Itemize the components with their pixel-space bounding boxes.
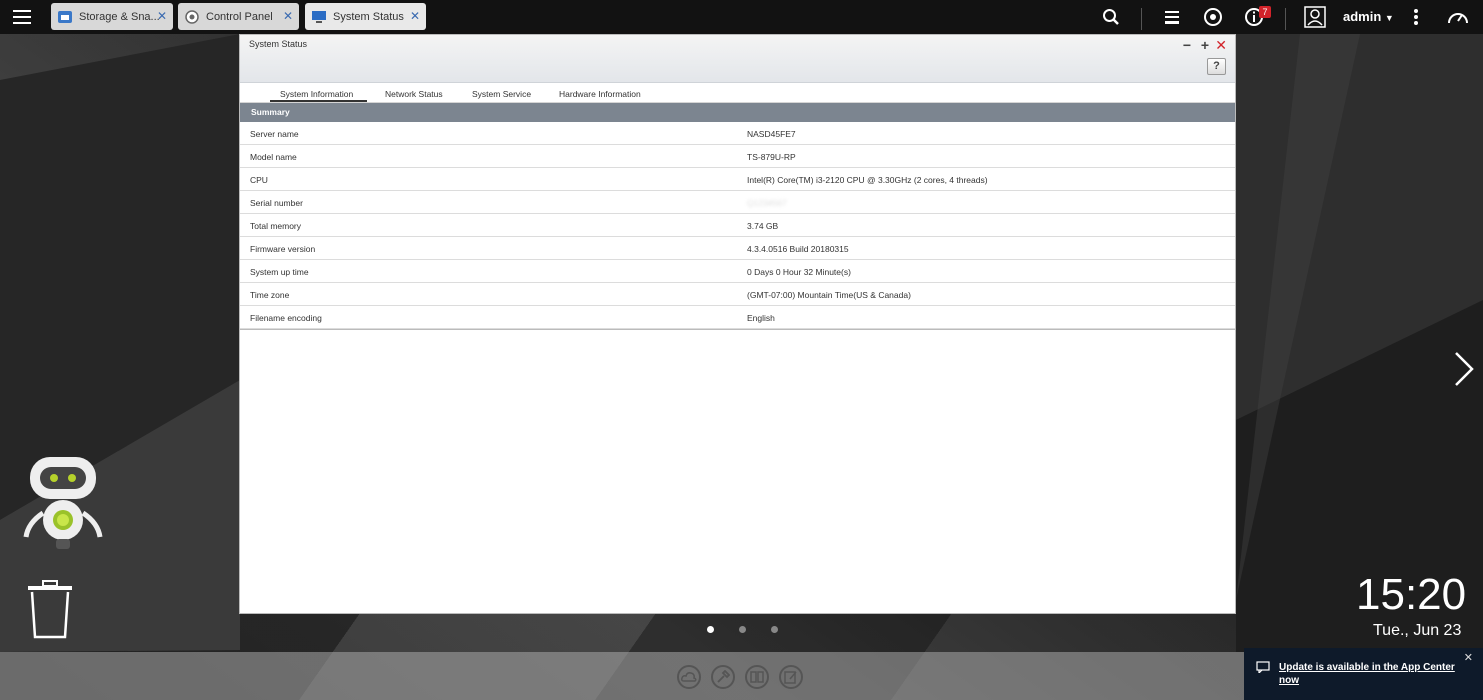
row-value: TS-879U-RP xyxy=(747,152,796,162)
row-value: NASD45FE7 xyxy=(747,129,796,139)
minimize-icon[interactable]: − xyxy=(1183,37,1191,53)
tab-storage-snapshots[interactable]: Storage & Sna... ✕ xyxy=(51,3,173,30)
external-device-button[interactable] xyxy=(1201,5,1225,29)
desktop-page-dot[interactable] xyxy=(707,626,714,633)
table-row: Firmware version 4.3.4.0516 Build 2018031… xyxy=(240,237,1235,260)
table-row: CPU Intel(R) Core(TM) i3-2120 CPU @ 3.30G… xyxy=(240,168,1235,191)
update-notification[interactable]: Update is available in the App Center no… xyxy=(1244,648,1483,700)
close-icon[interactable]: ✕ xyxy=(1215,37,1227,54)
storage-icon xyxy=(57,9,73,25)
row-key: Serial number xyxy=(250,198,303,208)
row-value: 3.74 GB xyxy=(747,221,779,231)
row-value: (GMT-07:00) Mountain Time(US & Canada) xyxy=(747,290,911,300)
help-button[interactable]: ? xyxy=(1207,58,1226,75)
window-tabs: System Information Network Status System… xyxy=(240,83,1235,103)
search-button[interactable] xyxy=(1099,5,1123,29)
main-menu-button[interactable] xyxy=(0,0,44,34)
desktop-page-dot[interactable] xyxy=(739,626,746,633)
row-key: Model name xyxy=(250,152,297,162)
window-title-bar[interactable]: System Status − + ✕ ? xyxy=(240,35,1235,83)
row-key: CPU xyxy=(250,175,268,185)
row-key: Firmware version xyxy=(250,244,316,254)
caret-down-icon: ▼ xyxy=(1384,13,1394,23)
more-vertical-icon xyxy=(1414,9,1418,25)
table-row: Total memory 3.74 GB xyxy=(240,214,1235,237)
notes-icon[interactable] xyxy=(779,665,803,689)
search-icon xyxy=(1103,9,1119,25)
table-row: System up time 0 Days 0 Hour 32 Minute(s) xyxy=(240,260,1235,283)
row-value: 4.3.4.0516 Build 20180315 xyxy=(747,244,849,254)
tab-system-information[interactable]: System Information xyxy=(270,89,368,102)
tab-label: Control Panel xyxy=(206,10,273,23)
notification-message-link[interactable]: Update is available in the App Center no… xyxy=(1279,661,1469,687)
speedometer-icon xyxy=(1448,13,1468,24)
desktop-date: Tue., Jun 23 xyxy=(1373,622,1462,639)
user-menu[interactable]: admin ▼ xyxy=(1343,9,1394,24)
tab-system-service[interactable]: System Service xyxy=(472,89,531,99)
notification-badge: 7 xyxy=(1259,6,1271,18)
row-key: System up time xyxy=(250,267,309,277)
tab-control-panel[interactable]: Control Panel ✕ xyxy=(178,3,299,30)
gear-icon xyxy=(184,9,200,25)
sync-icon xyxy=(1204,8,1222,26)
maximize-icon[interactable]: + xyxy=(1201,37,1209,53)
row-key: Total memory xyxy=(250,221,302,231)
window-title: System Status xyxy=(249,39,308,49)
tab-network-status[interactable]: Network Status xyxy=(385,89,443,99)
trash-icon[interactable] xyxy=(26,580,74,645)
book-icon[interactable] xyxy=(745,665,769,689)
background-tasks-button[interactable] xyxy=(1160,5,1184,29)
row-key: Time zone xyxy=(250,290,290,300)
monitor-icon xyxy=(311,9,327,25)
tab-label: System Status xyxy=(333,10,404,23)
tasks-stack-icon xyxy=(1165,11,1179,24)
row-value: English xyxy=(747,313,775,323)
table-row: Filename encoding English xyxy=(240,306,1235,329)
cloud-icon[interactable] xyxy=(677,665,701,689)
row-key: Filename encoding xyxy=(250,313,322,323)
summary-table: Server name NASD45FE7 Model name TS-879U-R… xyxy=(240,122,1235,330)
row-value: 0 Days 0 Hour 32 Minute(s) xyxy=(747,267,851,277)
close-icon[interactable]: ✕ xyxy=(1464,651,1473,664)
desktop-clock: 15:20 xyxy=(1356,570,1467,619)
desktop-page-dot[interactable] xyxy=(771,626,778,633)
table-row: Time zone (GMT-07:00) Mountain Time(US & … xyxy=(240,283,1235,306)
helpdesk-robot-icon[interactable] xyxy=(20,455,106,556)
row-value: Intel(R) Core(TM) i3-2120 CPU @ 3.30GHz … xyxy=(747,175,988,185)
close-icon[interactable]: ✕ xyxy=(283,9,293,23)
table-row: Model name TS-879U-RP xyxy=(240,145,1235,168)
divider xyxy=(1285,8,1286,30)
close-icon[interactable]: ✕ xyxy=(410,9,420,23)
next-desktop-arrow[interactable] xyxy=(1452,350,1476,393)
table-row: Serial number Q1234567 xyxy=(240,191,1235,214)
table-row: Server name NASD45FE7 xyxy=(240,122,1235,145)
row-key: Server name xyxy=(250,129,299,139)
tab-label: Storage & Sna... xyxy=(79,10,160,23)
summary-header: Summary xyxy=(240,103,1235,122)
hamburger-icon xyxy=(13,10,31,24)
row-value-redacted: Q1234567 xyxy=(747,198,787,208)
tools-icon[interactable] xyxy=(711,665,735,689)
user-avatar-button[interactable] xyxy=(1303,5,1327,29)
user-icon xyxy=(1304,6,1326,28)
tab-system-status[interactable]: System Status ✕ xyxy=(305,3,426,30)
user-name: admin xyxy=(1343,9,1382,24)
more-options-button[interactable] xyxy=(1404,5,1428,29)
message-icon xyxy=(1256,661,1270,673)
chevron-right-icon xyxy=(1455,352,1474,386)
tab-hardware-information[interactable]: Hardware Information xyxy=(559,89,641,99)
close-icon[interactable]: ✕ xyxy=(157,9,167,23)
divider xyxy=(1141,8,1142,30)
system-status-window: System Status − + ✕ ? System Information… xyxy=(239,34,1236,614)
dashboard-button[interactable] xyxy=(1446,5,1470,29)
